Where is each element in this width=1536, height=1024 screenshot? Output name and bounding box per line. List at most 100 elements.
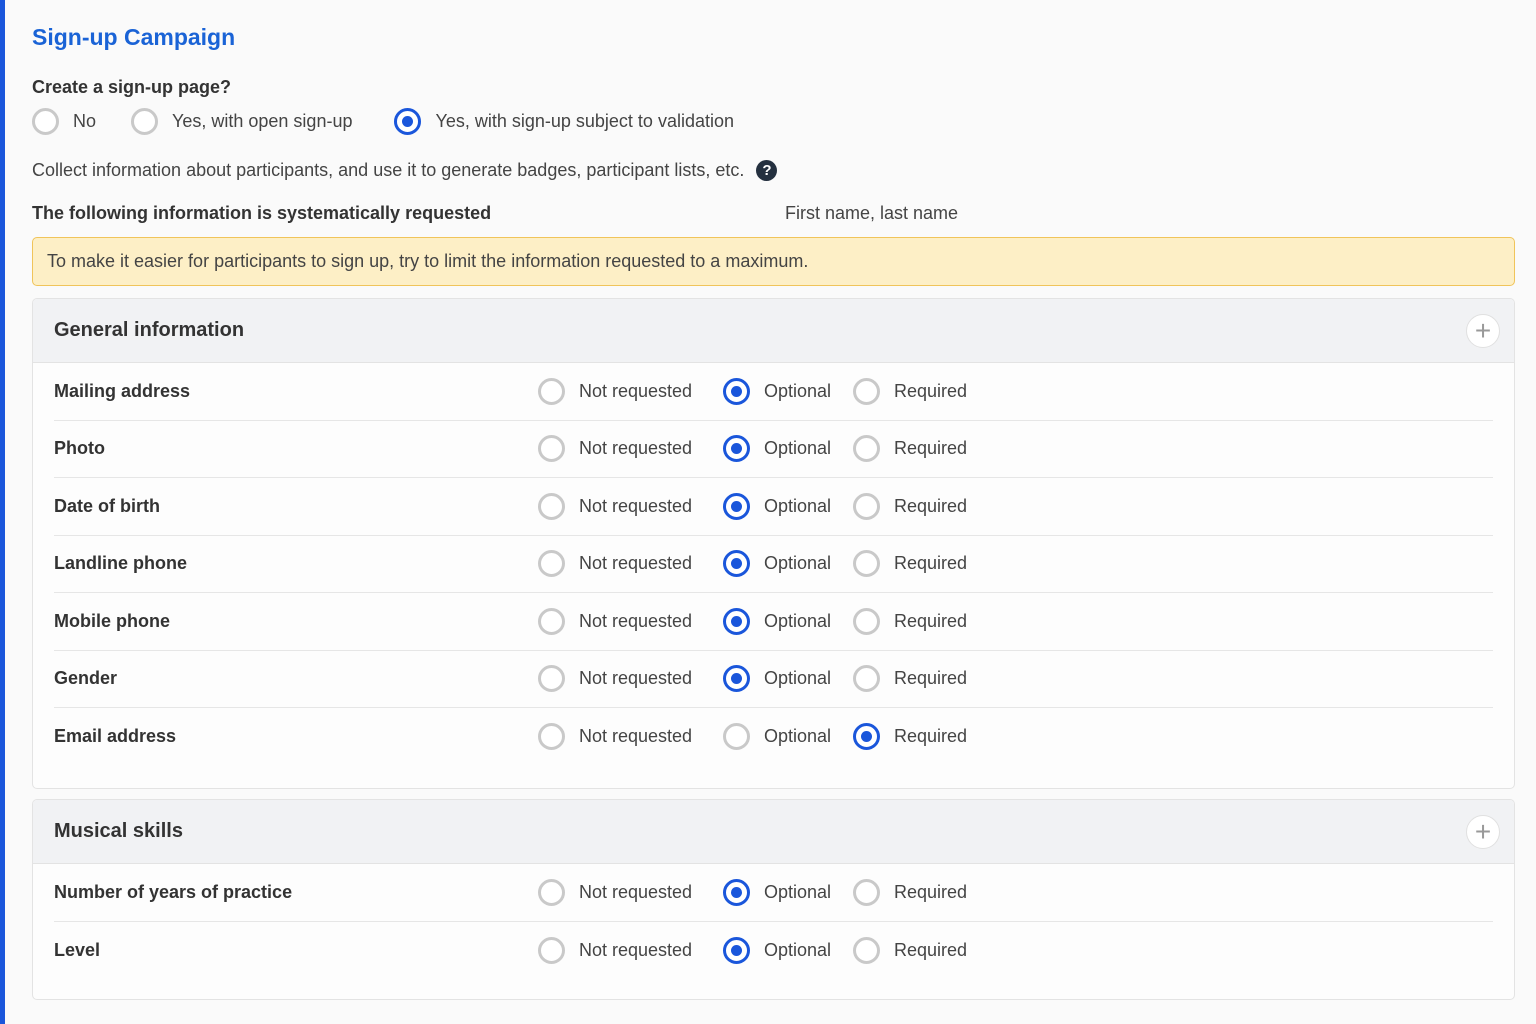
field-label: Landline phone [54,553,187,574]
collect-info-label: Collect information about participants, … [32,160,745,180]
radio-not-requested[interactable] [538,492,565,520]
field-choice-group: Not requested Optional Required [538,665,993,693]
radio-not-requested[interactable] [538,435,565,463]
choice-optional[interactable]: Optional [723,723,853,751]
radio-optional[interactable] [723,435,750,463]
field-row: Number of years of practice Not requested… [54,864,1493,922]
radio-no[interactable] [32,108,59,135]
page-title: Sign-up Campaign [32,24,236,50]
choice-label: Not requested [579,610,693,631]
radio-optional[interactable] [723,550,750,578]
signup-option-open[interactable]: Yes, with open sign-up [131,108,352,135]
choice-not-requested[interactable]: Not requested [538,377,723,405]
choice-required[interactable]: Required [853,665,993,693]
radio-not-requested[interactable] [538,607,565,635]
choice-not-requested[interactable]: Not requested [538,723,723,751]
radio-validation[interactable] [394,108,422,135]
choice-optional[interactable]: Optional [723,607,853,635]
choice-required[interactable]: Required [853,377,993,405]
radio-optional[interactable] [723,607,750,635]
radio-optional[interactable] [723,665,750,693]
radio-required[interactable] [853,435,880,463]
choice-not-requested[interactable]: Not requested [538,607,723,635]
choice-optional[interactable]: Optional [723,665,853,693]
field-label: Gender [54,668,118,689]
radio-required[interactable] [853,377,880,405]
radio-required[interactable] [853,492,880,520]
radio-required[interactable] [853,936,880,964]
choice-required[interactable]: Required [853,492,993,520]
field-label: Mailing address [54,380,191,401]
field-row: Level Not requested Optional Required [54,922,1493,980]
choice-label: Optional [764,939,832,960]
choice-required[interactable]: Required [853,550,993,578]
choice-not-requested[interactable]: Not requested [538,936,723,964]
field-row: Mailing address Not requested Optional Requ… [54,363,1493,421]
radio-open[interactable] [131,108,159,135]
field-choice-group: Not requested Optional Required [538,377,993,405]
radio-optional[interactable] [723,723,750,751]
signup-option-validation[interactable]: Yes, with sign-up subject to validation [394,108,734,135]
choice-optional[interactable]: Optional [723,377,853,405]
choice-required[interactable]: Required [853,878,993,906]
radio-required[interactable] [853,723,880,751]
radio-not-requested[interactable] [538,878,565,906]
field-row: Photo Not requested Optional Required [54,421,1493,478]
radio-not-requested[interactable] [538,723,565,751]
radio-optional[interactable] [723,377,750,405]
field-label: Mobile phone [54,610,170,631]
choice-optional[interactable]: Optional [723,435,853,463]
question-circle-icon[interactable]: ? [756,160,778,181]
plus-icon[interactable]: + [1466,313,1500,348]
choice-optional[interactable]: Optional [723,550,853,578]
radio-required[interactable] [853,665,880,693]
choice-not-requested[interactable]: Not requested [538,435,723,463]
choice-label: Required [894,726,968,747]
signup-question: Create a sign-up page? [32,77,232,97]
systematic-info-value: First name, last name [785,203,959,223]
choice-label: Required [894,668,968,689]
field-choice-group: Not requested Optional Required [538,550,993,578]
choice-label: Required [894,939,968,960]
signup-option-no[interactable]: No [32,108,96,135]
choice-optional[interactable]: Optional [723,936,853,964]
choice-required[interactable]: Required [853,435,993,463]
radio-required[interactable] [853,878,880,906]
field-choice-group: Not requested Optional Required [538,435,993,463]
field-label: Number of years of practice [54,881,293,902]
radio-optional[interactable] [723,492,750,520]
choice-label: Optional [764,495,832,516]
radio-not-requested[interactable] [538,936,565,964]
choice-label: Not requested [579,881,693,902]
radio-optional[interactable] [723,878,750,906]
choice-label: Not requested [579,726,693,747]
radio-required[interactable] [853,550,880,578]
field-row: Gender Not requested Optional Required [54,651,1493,708]
choice-not-requested[interactable]: Not requested [538,665,723,693]
radio-not-requested[interactable] [538,377,565,405]
radio-not-requested[interactable] [538,550,565,578]
choice-required[interactable]: Required [853,723,993,751]
choice-required[interactable]: Required [853,607,993,635]
choice-not-requested[interactable]: Not requested [538,550,723,578]
plus-icon[interactable]: + [1466,814,1500,849]
radio-required[interactable] [853,607,880,635]
field-choice-group: Not requested Optional Required [538,607,993,635]
choice-not-requested[interactable]: Not requested [538,492,723,520]
radio-not-requested[interactable] [538,665,565,693]
choice-optional[interactable]: Optional [723,492,853,520]
field-row: Date of birth Not requested Optional Requir… [54,478,1493,536]
field-list: Number of years of practice Not requested… [33,864,1514,979]
signup-option-validation-label: Yes, with sign-up subject to validation [435,111,734,131]
choice-optional[interactable]: Optional [723,878,853,906]
choice-label: Not requested [579,495,693,516]
choice-required[interactable]: Required [853,936,993,964]
choice-label: Required [894,380,968,401]
choice-label: Required [894,495,968,516]
left-accent-bar [0,0,5,1024]
collect-info-text: Collect information about participants, … [32,160,778,181]
field-choice-group: Not requested Optional Required [538,878,993,906]
choice-label: Optional [764,726,832,747]
radio-optional[interactable] [723,936,750,964]
choice-not-requested[interactable]: Not requested [538,878,723,906]
